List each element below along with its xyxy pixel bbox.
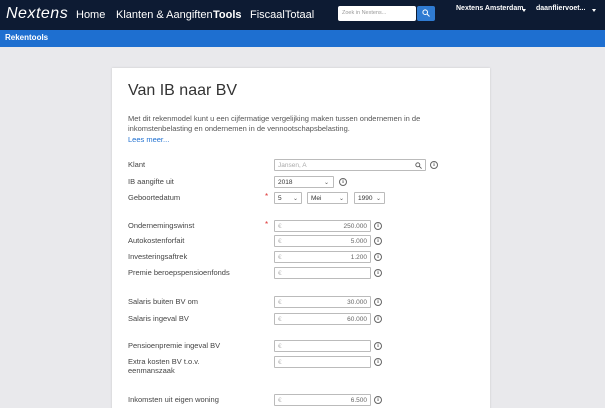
top-navigation-bar: Nextens Home Klanten & Aangiften Tools F… [0, 0, 605, 30]
klant-label: Klant [128, 160, 146, 169]
nav-klanten-aangiften[interactable]: Klanten & Aangiften [116, 9, 213, 21]
chevron-down-icon[interactable] [592, 9, 596, 12]
info-icon[interactable]: i [374, 298, 382, 306]
search-icon [422, 9, 430, 17]
currency-symbol: € [278, 254, 282, 261]
ib-aangifte-select[interactable]: 2018 ⌄ [274, 176, 334, 188]
eigen-woning-label: Inkomsten uit eigen woning [128, 395, 219, 404]
page-title: Van IB naar BV [128, 82, 238, 99]
info-icon[interactable]: i [374, 253, 382, 261]
birth-day-select[interactable]: 5 ⌄ [274, 192, 302, 204]
nav-tools[interactable]: Tools [213, 9, 242, 21]
pensioenpremie-label: Pensioenpremie ingeval BV [128, 341, 221, 350]
ondernemingswinst-label: Ondernemingswinst [128, 221, 195, 230]
investeringsaftrek-value: 1.200 [350, 254, 367, 261]
chevron-down-icon[interactable] [522, 9, 526, 12]
search-button[interactable] [417, 6, 435, 21]
salaris-buiten-label: Salaris buiten BV om [128, 297, 199, 306]
ib-aangifte-value: 2018 [278, 179, 293, 186]
eigen-woning-input[interactable]: € 6.500 [274, 394, 371, 406]
ondernemingswinst-value: 250.000 [343, 223, 368, 230]
currency-symbol: € [278, 343, 282, 350]
extra-kosten-input[interactable]: € [274, 356, 371, 368]
geboortedatum-label: Geboortedatum [128, 193, 181, 202]
chevron-down-icon: ⌄ [338, 196, 344, 202]
investeringsaftrek-label: Investeringsaftrek [128, 252, 188, 261]
sub-navigation-bar: Rekentools [0, 30, 605, 47]
nav-home[interactable]: Home [76, 9, 105, 21]
currency-symbol: € [278, 238, 282, 245]
birth-day-value: 5 [278, 195, 282, 202]
eigen-woning-value: 6.500 [350, 397, 367, 404]
user-menu[interactable]: daanfliervoet... [536, 5, 585, 12]
currency-symbol: € [278, 316, 282, 323]
autokostenforfait-input[interactable]: € 5.000 [274, 235, 371, 247]
chevron-down-icon: ⌄ [375, 196, 381, 202]
info-icon[interactable]: i [374, 358, 382, 366]
salaris-buiten-input[interactable]: € 30.000 [274, 296, 371, 308]
salaris-ingeval-label: Salaris ingeval BV [128, 314, 189, 323]
required-marker: * [265, 220, 269, 229]
birth-year-value: 1990 [358, 195, 373, 202]
autokostenforfait-value: 5.000 [350, 238, 367, 245]
required-marker: * [265, 192, 269, 201]
lees-meer-link[interactable]: Lees meer... [128, 135, 169, 144]
info-icon[interactable]: i [374, 342, 382, 350]
currency-symbol: € [278, 397, 282, 404]
info-icon[interactable]: i [374, 222, 382, 230]
search-icon [415, 162, 422, 169]
autokostenforfait-label: Autokostenforfait [128, 236, 185, 245]
salaris-ingeval-input[interactable]: € 60.000 [274, 313, 371, 325]
ib-aangifte-label: IB aangifte uit [128, 177, 174, 186]
chevron-down-icon: ⌄ [292, 196, 298, 202]
info-icon[interactable]: i [430, 161, 438, 169]
investeringsaftrek-input[interactable]: € 1.200 [274, 251, 371, 263]
pensioenpremie-input[interactable]: € [274, 340, 371, 352]
birth-month-select[interactable]: Mei ⌄ [307, 192, 348, 204]
klant-search-field[interactable]: Jansen, A [274, 159, 426, 171]
nav-fiscaaltotaal[interactable]: FiscaalTotaal [250, 9, 314, 21]
organisation-menu[interactable]: Nextens Amsterdam [456, 5, 523, 12]
extra-kosten-label: Extra kosten BV t.o.v. eenmanszaak [128, 357, 200, 375]
page-description: Met dit rekenmodel kunt u een cijfermati… [128, 114, 421, 133]
birth-month-value: Mei [311, 195, 322, 202]
currency-symbol: € [278, 270, 282, 277]
premie-beroepspensioen-input[interactable]: € [274, 267, 371, 279]
salaris-ingeval-value: 60.000 [347, 316, 367, 323]
klant-placeholder: Jansen, A [278, 162, 307, 169]
rekentools-link[interactable]: Rekentools [5, 33, 48, 42]
info-icon[interactable]: i [374, 237, 382, 245]
ondernemingswinst-input[interactable]: € 250.000 [274, 220, 371, 232]
salaris-buiten-value: 30.000 [347, 299, 367, 306]
birth-year-select[interactable]: 1990 ⌄ [354, 192, 385, 204]
currency-symbol: € [278, 359, 282, 366]
nextens-logo[interactable]: Nextens [6, 5, 68, 23]
info-icon[interactable]: i [374, 269, 382, 277]
info-icon[interactable]: i [374, 315, 382, 323]
info-icon[interactable]: i [374, 396, 382, 404]
premie-beroepspensioen-label: Premie beroepspensioenfonds [128, 268, 230, 277]
currency-symbol: € [278, 299, 282, 306]
info-icon[interactable]: i [339, 178, 347, 186]
currency-symbol: € [278, 223, 282, 230]
search-input[interactable]: Zoek in Nextens... [338, 6, 416, 21]
calculator-card: Van IB naar BV Met dit rekenmodel kunt u… [112, 68, 490, 408]
chevron-down-icon: ⌄ [323, 180, 329, 186]
